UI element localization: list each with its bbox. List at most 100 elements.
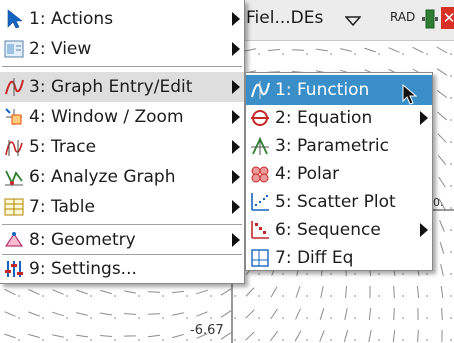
grid-dot [330,295,332,297]
submenu-item-label: 2: Equation [275,108,373,128]
grid-dot [426,53,428,55]
slope-segment [4,311,16,317]
graphs-app-screen: Fiel...DEs RAD ✕ -6.67 0. 1: Actions 2: … [0,0,454,343]
slope-segment [147,313,161,315]
grid-dot [426,273,428,275]
slope-segment [267,49,281,51]
grid-dot [450,229,452,231]
grid-dot [42,295,44,297]
menu-item-trace[interactable]: 5: Trace [0,132,244,162]
submenu-arrow-icon [232,110,240,124]
grid-dot [354,339,356,341]
slope-segment [439,242,445,254]
function-icon [249,79,271,101]
grid-dot [210,295,212,297]
polar-icon [249,163,271,185]
submenu-item-polar[interactable]: 4: Polar [246,159,432,189]
slope-segment [393,307,395,321]
scatter-plot-icon [249,191,271,213]
grid-dot [378,273,380,275]
grid-dot [330,53,332,55]
menu-item-geometry[interactable]: 8: Geometry [0,225,244,255]
grid-dot [330,273,332,275]
slope-segment [439,220,445,232]
menu-item-graph-entry-edit[interactable]: 3: Graph Entry/Edit [0,72,244,102]
grid-dot [90,295,92,297]
slope-segment [294,330,302,342]
grid-dot [330,339,332,341]
grid-dot [330,317,332,319]
grid-dot [450,207,452,209]
document-title[interactable]: Fiel...DEs [246,8,323,28]
submenu-item-scatter-plot[interactable]: 5: Scatter Plot [246,187,432,217]
slope-segment [437,133,447,143]
grid-dot [66,295,68,297]
slope-segment [52,289,64,295]
grid-dot [450,251,452,253]
submenu-arrow-icon [232,140,240,154]
grid-dot [90,339,92,341]
submenu-arrow-icon [232,233,240,247]
slope-segment [245,287,255,297]
grid-dot [354,273,356,275]
grid-dot [282,339,284,341]
slope-segment [343,330,349,342]
submenu-item-label: 3: Parametric [275,136,390,156]
slope-segment [345,285,347,299]
menu-item-window-zoom[interactable]: 4: Window / Zoom [0,102,244,132]
menu-item-view[interactable]: 2: View [0,34,244,64]
slope-segment [440,286,444,298]
slope-segment [220,310,232,318]
slope-segment [100,289,112,295]
window-zoom-icon [3,106,25,128]
grid-dot [138,295,140,297]
grid-dot [378,295,380,297]
slope-segment [344,308,348,320]
slope-segment [295,308,301,320]
grid-dot [402,339,404,341]
grid-dot [354,317,356,319]
slope-segment [245,331,255,341]
trace-icon [3,136,25,158]
slope-segment [319,330,325,342]
cursor-arrow-icon [3,8,25,30]
grid-dot [234,317,236,319]
slope-segment [76,334,88,338]
slope-segment [220,288,232,296]
equation-icon [249,107,271,129]
grid-dot [306,339,308,341]
grid-dot [258,295,260,297]
menu-item-analyze-graph[interactable]: 6: Analyze Graph [0,162,244,192]
grid-dot [450,339,452,341]
grid-dot [450,141,452,143]
submenu-item-equation[interactable]: 2: Equation [246,103,432,133]
grid-dot [138,317,140,319]
close-icon[interactable]: ✕ [441,7,454,29]
grid-dot [162,339,164,341]
grid-dot [258,317,260,319]
submenu-item-label: 4: Polar [275,164,340,184]
graph-entry-icon [3,76,25,98]
grid-dot [282,295,284,297]
slope-segment [147,291,161,293]
slope-segment [245,309,255,319]
submenu-item-label: 7: Diff Eq [275,248,354,268]
submenu-item-diff-eq[interactable]: 7: Diff Eq [246,243,432,273]
grid-dot [450,273,452,275]
y-axis-tick-label: -6.67 [190,323,224,338]
menu-item-label: 1: Actions [29,9,114,29]
slope-segment [4,288,16,296]
slope-segment [320,286,324,298]
slope-segment [316,48,328,52]
slope-segment [51,334,65,338]
menu-item-table[interactable]: 7: Table [0,192,244,222]
menu-item-actions[interactable]: 1: Actions [0,4,244,34]
submenu-item-label: 1: Function [275,80,370,100]
submenu-item-sequence[interactable]: 6: Sequence [246,215,432,245]
menu-item-settings[interactable]: 9: Settings... [0,254,244,284]
submenu-item-parametric[interactable]: 3: Parametric [246,131,432,161]
slope-segment [436,68,448,76]
document-dropdown-icon[interactable] [345,16,361,26]
grid-dot [450,185,452,187]
grid-dot [138,339,140,341]
